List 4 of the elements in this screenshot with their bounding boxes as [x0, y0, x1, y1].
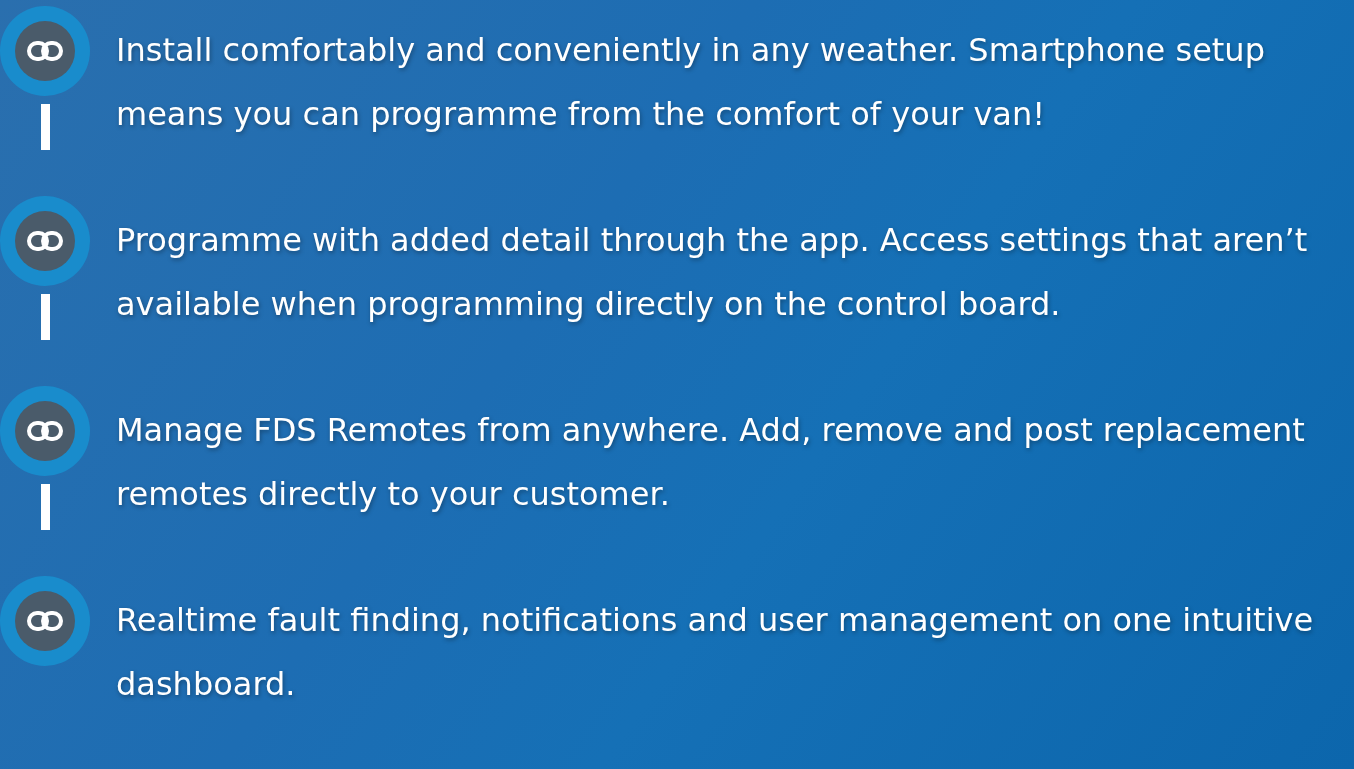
feature-text: Realtime fault finding, notifications and user management on one intuitive dashboard.: [116, 600, 1315, 705]
feature-text: Install comfortably and conveniently in any weather. Smartphone setup means you can programme from the comfort of your van!: [116, 30, 1266, 135]
feature-text: Programme with added detail through the app. Access settings that aren’t available when programming directly on the control board.: [116, 220, 1309, 325]
feature-text: Manage FDS Remotes from anywhere. Add, remove and post replacement remotes directly to your customer.: [116, 410, 1306, 515]
